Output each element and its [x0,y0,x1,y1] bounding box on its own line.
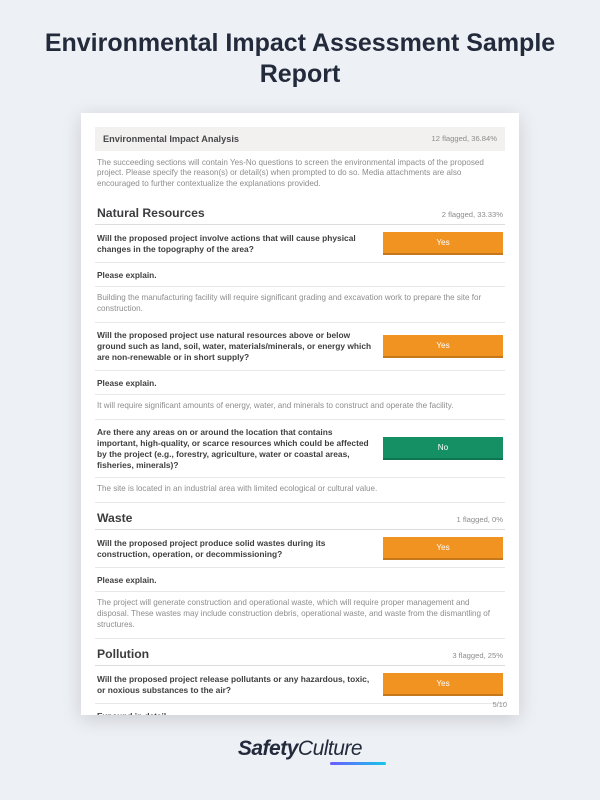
brand-bold: Safety [238,737,298,760]
question-text: Will the proposed project involve action… [97,233,373,255]
question-row: Will the proposed project involve action… [95,225,505,263]
explain-text: It will require significant amounts of e… [95,395,505,420]
explain-text: The project will generate construction a… [95,592,505,639]
question-text: Will the proposed project release pollut… [97,674,373,696]
question-text: Are there any areas on or around the loc… [97,427,373,471]
section-title: Waste [97,511,132,525]
brand-logo: SafetyCulture [0,737,600,765]
report-intro: The succeeding sections will contain Yes… [95,158,505,199]
section-meta: 3 flagged, 25% [452,651,503,660]
page-title: Environmental Impact Assessment Sample R… [0,0,600,113]
answer-badge-yes: Yes [383,537,503,560]
report-page: Environmental Impact Analysis 12 flagged… [81,113,519,715]
section-head-waste: Waste 1 flagged, 0% [95,507,505,530]
page-number: 5/10 [493,700,507,709]
section-title: Natural Resources [97,206,205,220]
section-meta: 2 flagged, 33.33% [442,210,503,219]
brand-underline-icon [330,762,386,765]
explain-text: The site is located in an industrial are… [95,478,505,503]
question-row: Will the proposed project use natural re… [95,323,505,371]
answer-badge-yes: Yes [383,335,503,358]
question-row: Are there any areas on or around the loc… [95,420,505,479]
question-text: Will the proposed project use natural re… [97,330,373,363]
explain-text: Building the manufacturing facility will… [95,287,505,323]
section-title: Pollution [97,647,149,661]
report-header-title: Environmental Impact Analysis [103,134,239,144]
report-header-meta: 12 flagged, 36.84% [432,134,497,143]
answer-badge-yes: Yes [383,232,503,255]
section-head-natural: Natural Resources 2 flagged, 33.33% [95,202,505,225]
explain-label: Please explain. [95,568,505,592]
question-text: Will the proposed project produce solid … [97,538,373,560]
answer-badge-yes: Yes [383,673,503,696]
explain-label: Please explain. [95,371,505,395]
explain-label: Expound in detail. [95,704,505,714]
answer-badge-no: No [383,437,503,460]
brand-light: Culture [298,737,362,760]
question-row: Will the proposed project produce solid … [95,530,505,568]
explain-label: Please explain. [95,263,505,287]
section-meta: 1 flagged, 0% [457,515,503,524]
report-header: Environmental Impact Analysis 12 flagged… [95,127,505,151]
question-row: Will the proposed project release pollut… [95,666,505,704]
section-head-pollution: Pollution 3 flagged, 25% [95,643,505,666]
